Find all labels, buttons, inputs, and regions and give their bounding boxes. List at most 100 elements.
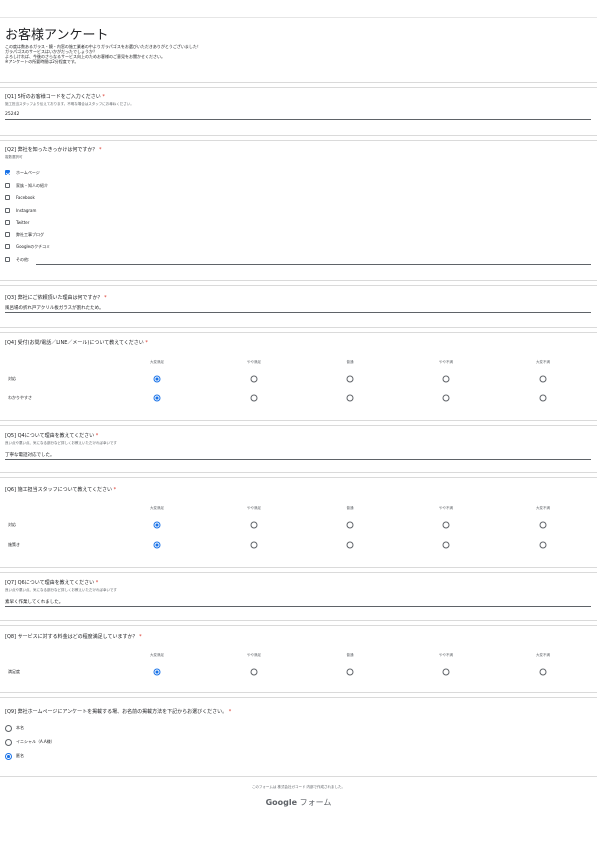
q2-option-label: ホームページ bbox=[16, 170, 40, 175]
form-description: この度は数あるガラス・鏡・内窓の施工業者の中よりガラパゴスをお選びいただきありが… bbox=[5, 44, 201, 64]
q6-title: [Q6] 施工担当スタッフについて教えてください * bbox=[5, 487, 117, 493]
q4-radio[interactable] bbox=[153, 394, 161, 402]
q9-option-label: イニシャル（A.A様） bbox=[16, 739, 55, 744]
q2-option-label: Instagram bbox=[16, 208, 37, 213]
q2-checkbox[interactable] bbox=[5, 170, 10, 175]
section-divider bbox=[0, 572, 597, 573]
q4-radio[interactable] bbox=[153, 375, 161, 383]
q6-radio[interactable] bbox=[250, 521, 258, 529]
q9-radio[interactable] bbox=[5, 753, 12, 760]
q7-help: 良い点や悪い点、気になる部分など詳しくお教えいただければ幸いです bbox=[5, 588, 117, 592]
q4-radio[interactable] bbox=[346, 394, 354, 402]
description-line: ※アンケートの所要時間は2分程度です。 bbox=[5, 59, 79, 64]
q2-checkbox[interactable] bbox=[5, 195, 10, 200]
section-divider bbox=[0, 332, 597, 333]
section-divider bbox=[0, 567, 597, 568]
q2-checkbox[interactable] bbox=[5, 257, 10, 262]
q9-radio[interactable] bbox=[5, 725, 12, 732]
section-divider bbox=[0, 285, 597, 286]
q8-column-header: 大変不満 bbox=[536, 653, 550, 657]
q9-title: [Q9] 弊社ホームページにアンケートを掲載する場、お名前の掲載方法を下記からお… bbox=[5, 709, 232, 715]
q2-checkbox[interactable] bbox=[5, 220, 10, 225]
form-title: お客様アンケート bbox=[5, 28, 109, 43]
q8-radio[interactable] bbox=[250, 668, 258, 676]
q6-column-header: 普通 bbox=[346, 506, 354, 510]
q5-answer-input[interactable]: 丁寧な電話対応でした。 bbox=[5, 452, 55, 458]
q4-radio[interactable] bbox=[346, 375, 354, 383]
footer-divider bbox=[0, 776, 597, 777]
q7-answer-input[interactable]: 素早く作業してくれました。 bbox=[5, 599, 63, 605]
section-divider bbox=[0, 420, 597, 421]
section-divider bbox=[0, 697, 597, 698]
q2-checkbox[interactable] bbox=[5, 208, 10, 213]
q2-option-label: Googleのクチコミ bbox=[16, 244, 51, 249]
q2-checkbox[interactable] bbox=[5, 183, 10, 188]
q6-row-label: 施策き bbox=[8, 542, 20, 547]
q8-radio[interactable] bbox=[153, 668, 161, 676]
q8-row-label: 満足度 bbox=[8, 669, 20, 674]
q6-column-header: やや不満 bbox=[439, 506, 453, 510]
google-forms-logo[interactable]: Google フォーム bbox=[0, 797, 597, 808]
section-divider bbox=[0, 82, 597, 83]
q2-checkbox[interactable] bbox=[5, 244, 10, 249]
q6-radio[interactable] bbox=[539, 521, 547, 529]
q9-radio[interactable] bbox=[5, 739, 12, 746]
q1-help: 施工担当スタッフより伝えております。不明な場合はスタッフにお尋ねください。 bbox=[5, 102, 134, 106]
q4-column-header: やや満足 bbox=[247, 360, 261, 364]
q6-radio[interactable] bbox=[250, 541, 258, 549]
section-divider bbox=[0, 692, 597, 693]
section-divider bbox=[0, 135, 597, 136]
q4-radio[interactable] bbox=[442, 375, 450, 383]
q5-help: 良い点や悪い点、気になる部分など詳しくお教えいただければ幸いです bbox=[5, 441, 117, 445]
q6-column-header: やや満足 bbox=[247, 506, 261, 510]
q2-help: 複数選択可 bbox=[5, 155, 23, 159]
q4-column-header: 大変満足 bbox=[150, 360, 164, 364]
q6-radio[interactable] bbox=[442, 541, 450, 549]
q3-answer-underline bbox=[5, 312, 591, 313]
q6-row-label: 対応 bbox=[8, 522, 16, 527]
q6-radio[interactable] bbox=[153, 541, 161, 549]
q9-option-label: 匿名 bbox=[16, 753, 24, 758]
q6-column-header: 大変不満 bbox=[536, 506, 550, 510]
q7-answer-underline bbox=[5, 606, 591, 607]
q4-radio[interactable] bbox=[539, 375, 547, 383]
q2-option-label: Facebook bbox=[16, 195, 35, 200]
section-divider bbox=[0, 425, 597, 426]
q4-radio[interactable] bbox=[442, 394, 450, 402]
q6-column-header: 大変満足 bbox=[150, 506, 164, 510]
q6-radio[interactable] bbox=[153, 521, 161, 529]
q3-answer-input[interactable]: 風呂場の折れ戸アクリル板ガラスが割れたため。 bbox=[5, 305, 104, 311]
q4-radio[interactable] bbox=[250, 375, 258, 383]
q2-option-label: 家族・知人の紹介 bbox=[16, 183, 48, 188]
q6-radio[interactable] bbox=[442, 521, 450, 529]
footer-note: このフォームは 株式会社ガコード 内部で作成されました。 bbox=[251, 785, 346, 789]
q8-radio[interactable] bbox=[539, 668, 547, 676]
q8-column-header: 普通 bbox=[346, 653, 354, 657]
q4-radio[interactable] bbox=[250, 394, 258, 402]
q7-title: [Q7] Q6について理由を教えてください * bbox=[5, 580, 99, 586]
q2-option-label: 弊社工事ブログ bbox=[16, 232, 44, 237]
q3-title: [Q3] 弊社にご依頼頂いた理由は何ですか？ * bbox=[5, 295, 107, 301]
q1-answer-input[interactable]: 25242 bbox=[5, 112, 19, 117]
q8-radio[interactable] bbox=[346, 668, 354, 676]
q2-checkbox[interactable] bbox=[5, 232, 10, 237]
q8-column-header: 大変満足 bbox=[150, 653, 164, 657]
q9-option-label: 本名 bbox=[16, 725, 24, 730]
q6-radio[interactable] bbox=[346, 541, 354, 549]
q4-column-header: やや不満 bbox=[439, 360, 453, 364]
header-divider bbox=[0, 17, 597, 18]
q8-radio[interactable] bbox=[442, 668, 450, 676]
q8-title: [Q8] サービスに対する料金はどの程度満足していますか？ * bbox=[5, 634, 142, 640]
q1-answer-underline bbox=[5, 119, 591, 120]
q4-radio[interactable] bbox=[539, 394, 547, 402]
q4-column-header: 普通 bbox=[346, 360, 354, 364]
section-divider bbox=[0, 140, 597, 141]
q2-other-input[interactable] bbox=[36, 264, 591, 265]
q6-radio[interactable] bbox=[539, 541, 547, 549]
q1-title: [Q1] 5桁のお客様コードをご入力ください * bbox=[5, 94, 105, 100]
q2-title: [Q2] 弊社を知ったきっかけは何ですか？ * bbox=[5, 147, 102, 153]
section-divider bbox=[0, 280, 597, 281]
section-divider bbox=[0, 87, 597, 88]
q8-column-header: やや満足 bbox=[247, 653, 261, 657]
q6-radio[interactable] bbox=[346, 521, 354, 529]
